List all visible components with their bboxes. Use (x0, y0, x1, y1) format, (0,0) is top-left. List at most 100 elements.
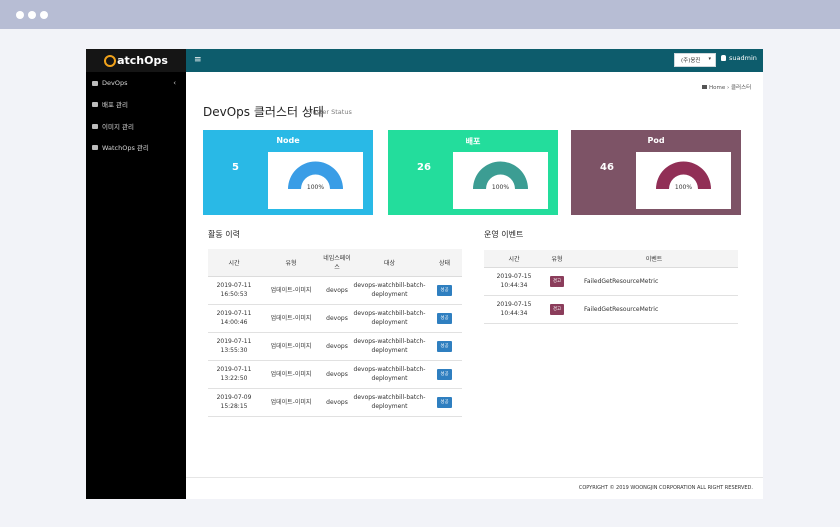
cell-namespace: devops (322, 388, 352, 417)
cloud-icon (92, 80, 98, 86)
user-menu[interactable]: suadmin (721, 54, 757, 62)
gauge-percent: 100% (491, 184, 510, 191)
cell-target: devops-watchbill-batch-deployment (352, 360, 427, 389)
cell-event: FailedGetResourceMetric (570, 295, 738, 324)
chevron-down-icon: ▾ (708, 56, 711, 62)
grid-icon (92, 101, 98, 107)
window-dot-icon (40, 11, 48, 19)
cell-target: devops-watchbill-batch-deployment (352, 304, 427, 333)
table-row: 2019-07-15 10:44:34 경고 FailedGetResource… (484, 295, 738, 324)
company-select-value: (주)웅진 (681, 58, 701, 64)
cell-time: 2019-07-15 10:44:34 (484, 267, 544, 296)
card-count: 46 (600, 162, 614, 173)
cell-time: 2019-07-09 15:28:15 (208, 388, 260, 417)
browser-title-bar (0, 0, 840, 29)
window-dot-icon (28, 11, 36, 19)
cell-time: 2019-07-15 10:44:34 (484, 295, 544, 324)
status-badge: 성공 (437, 312, 452, 324)
cell-target: devops-watchbill-batch-deployment (352, 332, 427, 361)
events-title: 운영 이벤트 (484, 230, 524, 239)
breadcrumb-current: 클러스터 (730, 85, 752, 91)
table-row: 2019-07-09 15:28:15 업데이트-이미지 devops devo… (208, 388, 462, 417)
column-header: 이벤트 (570, 250, 738, 268)
gauge-panel: 100% (636, 152, 731, 209)
sidebar-item-label: 이미지 관리 (102, 123, 134, 131)
image-icon (92, 123, 98, 129)
cell-namespace: devops (322, 332, 352, 361)
home-icon (702, 85, 707, 89)
gauge-panel: 100% (268, 152, 363, 209)
cell-type: 업데이트-이미지 (260, 276, 322, 305)
sidebar-item-label: 배포 관리 (102, 101, 128, 109)
cell-type: 업데이트-이미지 (260, 332, 322, 361)
sidebar: atchOps DevOps ‹ 배포 관리 이미지 관리 WatchOps 관… (86, 49, 186, 499)
cell-time: 2019-07-11 16:50:53 (208, 276, 260, 305)
user-icon (721, 55, 726, 61)
status-badge: 성공 (437, 284, 452, 296)
cell-time: 2019-07-11 13:22:50 (208, 360, 260, 389)
column-header: 네임스페이스 (322, 249, 352, 277)
sidebar-item-label: WatchOps 관리 (102, 144, 149, 152)
logo[interactable]: atchOps (86, 49, 186, 72)
gauge-percent: 100% (674, 184, 693, 191)
sidebar-item-devops[interactable]: DevOps ‹ (92, 76, 184, 90)
table-row: 2019-07-11 13:22:50 업데이트-이미지 devops devo… (208, 360, 462, 389)
cell-target: devops-watchbill-batch-deployment (352, 276, 427, 305)
status-badge: 성공 (437, 368, 452, 380)
cell-time: 2019-07-11 13:55:30 (208, 332, 260, 361)
company-select[interactable]: (주)웅진 ▾ (674, 53, 716, 67)
sidebar-item-label: DevOps (102, 79, 128, 87)
card-count: 26 (417, 162, 431, 173)
page-subtitle: Cluster Status (306, 108, 352, 116)
table-row: 2019-07-15 10:44:34 경고 FailedGetResource… (484, 267, 738, 296)
column-header: 유형 (260, 249, 322, 277)
card-deploy: 배포 26 100% (388, 130, 558, 215)
copyright-text: COPYRIGHT © 2019 WOONGJIN CORPORATION AL… (578, 485, 753, 491)
breadcrumb: Home › 클러스터 (702, 83, 751, 91)
logo-w-icon (104, 54, 117, 67)
card-title: Node (276, 136, 300, 145)
footer: COPYRIGHT © 2019 WOONGJIN CORPORATION AL… (186, 477, 763, 499)
cell-time: 2019-07-11 14:00:46 (208, 304, 260, 333)
column-header: 대상 (352, 249, 427, 277)
warning-badge: 경고 (549, 275, 565, 287)
table-row: 2019-07-11 14:00:46 업데이트-이미지 devops devo… (208, 304, 462, 333)
user-name: suadmin (729, 54, 757, 62)
menu-icon[interactable]: ≡ (194, 55, 202, 65)
card-title: Pod (647, 136, 665, 145)
cell-type: 업데이트-이미지 (260, 360, 322, 389)
cell-type: 업데이트-이미지 (260, 388, 322, 417)
breadcrumb-home[interactable]: Home (709, 85, 725, 91)
sidebar-item-deploy[interactable]: 배포 관리 (92, 97, 184, 111)
gauge-panel: 100% (453, 152, 548, 209)
sidebar-item-image[interactable]: 이미지 관리 (92, 119, 184, 133)
cell-type: 업데이트-이미지 (260, 304, 322, 333)
gauge-percent: 100% (306, 184, 325, 191)
column-header: 유형 (544, 250, 570, 268)
activity-table: 시간 유형 네임스페이스 대상 상태 2019-07-11 16:50:53 업… (208, 249, 462, 417)
chevron-left-icon: ‹ (173, 79, 176, 87)
column-header: 시간 (484, 250, 544, 268)
status-badge: 성공 (437, 340, 452, 352)
table-header-row: 시간 유형 네임스페이스 대상 상태 (208, 249, 462, 277)
table-row: 2019-07-11 16:50:53 업데이트-이미지 devops devo… (208, 276, 462, 305)
breadcrumb-separator: › (727, 85, 730, 91)
card-count: 5 (232, 162, 239, 173)
table-row: 2019-07-11 13:55:30 업데이트-이미지 devops devo… (208, 332, 462, 361)
cell-namespace: devops (322, 360, 352, 389)
events-table: 시간 유형 이벤트 2019-07-15 10:44:34 경고 FailedG… (484, 250, 738, 324)
sidebar-item-watchops[interactable]: WatchOps 관리 (92, 140, 184, 154)
app-window: atchOps DevOps ‹ 배포 관리 이미지 관리 WatchOps 관… (86, 49, 763, 499)
window-dot-icon (16, 11, 24, 19)
cell-target: devops-watchbill-batch-deployment (352, 388, 427, 417)
top-navbar: ≡ (주)웅진 ▾ suadmin (186, 49, 763, 72)
activity-title: 활동 이력 (208, 230, 240, 239)
card-pod: Pod 46 100% (571, 130, 741, 215)
status-badge: 성공 (437, 396, 452, 408)
table-header-row: 시간 유형 이벤트 (484, 250, 738, 268)
logo-text: atchOps (117, 54, 168, 67)
column-header: 상태 (427, 249, 462, 277)
column-header: 시간 (208, 249, 260, 277)
warning-badge: 경고 (549, 303, 565, 315)
users-icon (92, 144, 98, 150)
